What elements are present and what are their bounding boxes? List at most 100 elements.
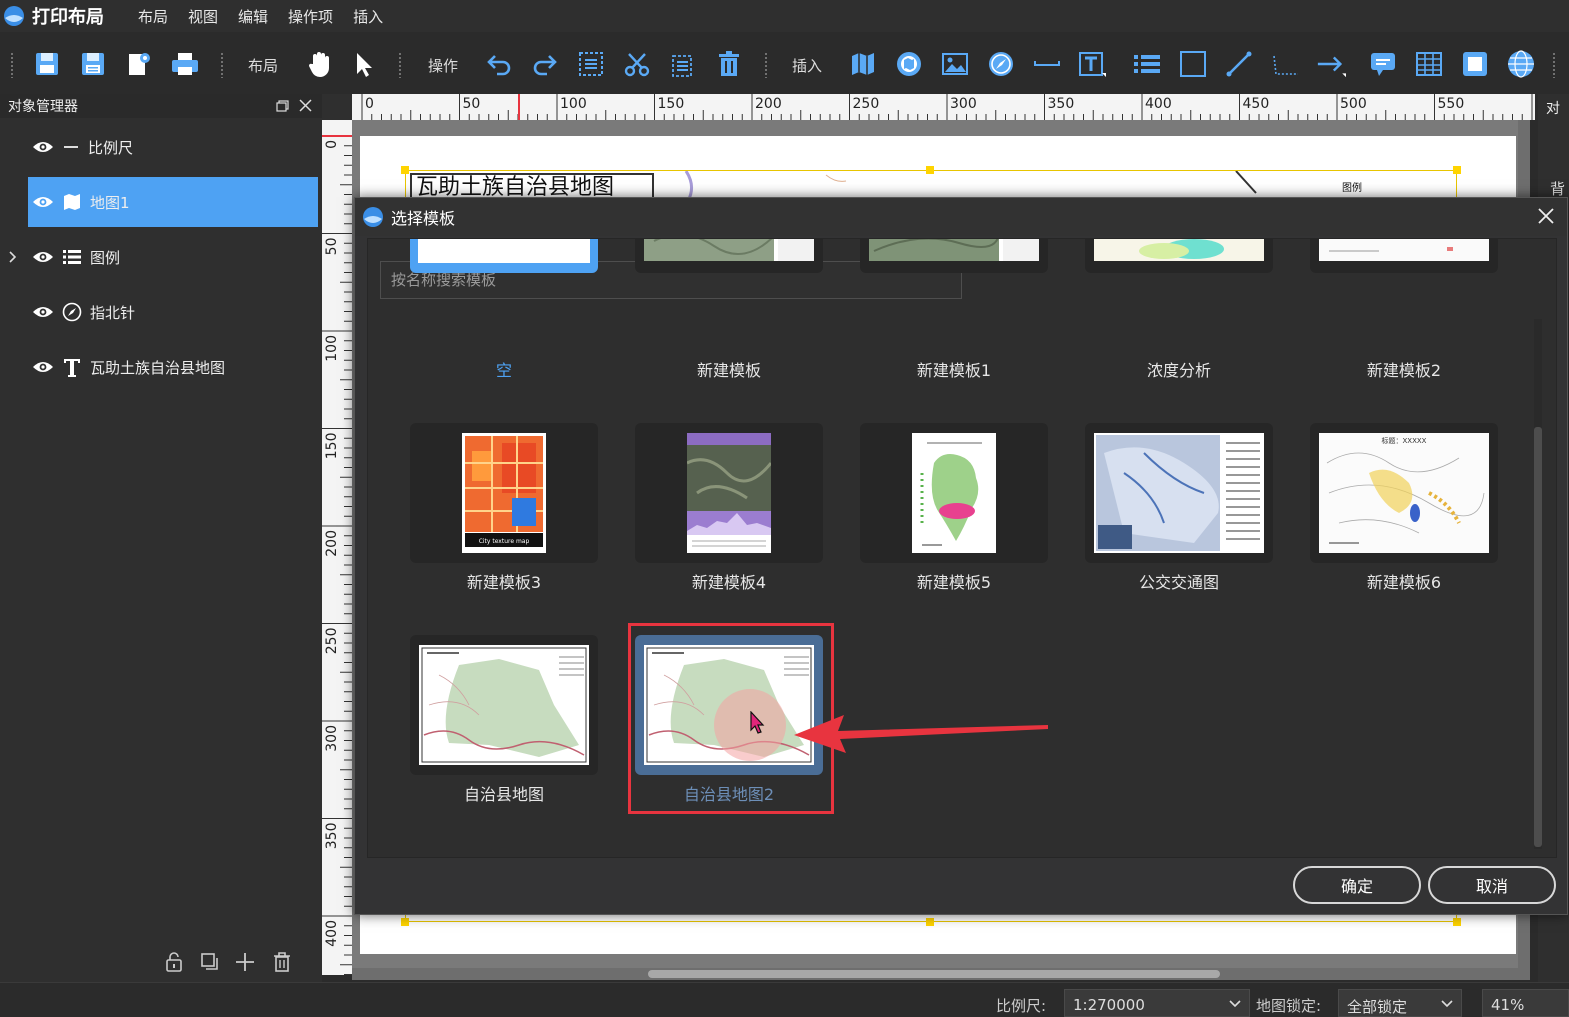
scrollbar-thumb[interactable] <box>648 970 1220 978</box>
tree-item-map1[interactable]: 地图1 <box>28 177 318 227</box>
template-tile[interactable] <box>1310 239 1498 273</box>
insert-globe-map-icon[interactable] <box>894 49 924 79</box>
ruler-label: 400 <box>1145 96 1172 112</box>
undo-icon[interactable] <box>484 49 514 79</box>
toolbar-grip <box>1552 52 1556 78</box>
tree-item-legend[interactable]: 图例 <box>0 232 318 282</box>
template-tile[interactable] <box>860 423 1048 563</box>
resize-handle[interactable] <box>1453 918 1461 926</box>
ruler-label: 100 <box>560 96 587 112</box>
template-tile[interactable] <box>635 239 823 273</box>
template-tile[interactable]: 标题：XXXXX <box>1310 423 1498 563</box>
template-thumbnail <box>869 239 1039 261</box>
thumbnail-heading: 标题：XXXXX <box>1382 436 1427 445</box>
template-label: 公交交通图 <box>1138 573 1219 592</box>
template-scrollbar[interactable] <box>1534 319 1542 849</box>
right-dock-tab[interactable]: 背 <box>1550 178 1565 199</box>
redo-icon[interactable] <box>530 49 560 79</box>
template-thumbnail <box>912 433 996 553</box>
menu-edit[interactable]: 编辑 <box>238 6 268 27</box>
visibility-eye-icon[interactable] <box>32 360 54 374</box>
menu-operations[interactable]: 操作项 <box>288 6 333 27</box>
map-lock-label: 地图锁定: <box>1256 997 1322 1015</box>
horizontal-scrollbar[interactable] <box>352 968 1522 980</box>
save-icon[interactable] <box>32 49 62 79</box>
tree-item-scalebar[interactable]: 比例尺 <box>0 122 318 172</box>
ruler-corner <box>322 94 352 120</box>
insert-legend-icon[interactable] <box>1132 49 1162 79</box>
add-icon[interactable] <box>235 952 255 972</box>
resize-handle[interactable] <box>1453 166 1461 174</box>
pan-hand-icon[interactable] <box>304 49 334 79</box>
tree-item-north-arrow[interactable]: 指北针 <box>0 287 318 337</box>
ruler-label: 0 <box>365 96 374 112</box>
visibility-eye-icon[interactable] <box>32 195 54 209</box>
insert-image-icon[interactable] <box>940 49 970 79</box>
template-tile-empty[interactable] <box>410 239 598 273</box>
template-tile[interactable] <box>1085 423 1273 563</box>
map-thumbnail-image <box>1094 433 1264 553</box>
insert-polyline-icon[interactable] <box>1270 49 1300 79</box>
insert-table-icon[interactable] <box>1414 49 1444 79</box>
tree-item-label: 比例尺 <box>88 138 134 157</box>
template-thumbnail <box>1094 433 1264 553</box>
menu-insert[interactable]: 插入 <box>353 6 383 27</box>
object-manager-header: 对象管理器 <box>0 94 322 118</box>
template-tile[interactable]: City texture map <box>410 423 598 563</box>
insert-callout-icon[interactable] <box>1368 49 1398 79</box>
close-icon[interactable] <box>1537 207 1555 225</box>
visibility-eye-icon[interactable] <box>32 305 54 319</box>
resize-handle[interactable] <box>926 918 934 926</box>
duplicate-icon[interactable] <box>200 952 220 972</box>
cancel-button[interactable]: 取消 <box>1428 866 1556 904</box>
tree-item-map-title[interactable]: 瓦助土族自治县地图 <box>0 342 318 392</box>
insert-frame-icon[interactable] <box>1460 49 1490 79</box>
visibility-eye-icon[interactable] <box>32 250 54 264</box>
lock-icon[interactable] <box>164 951 184 973</box>
ruler-label: 550 <box>1438 96 1465 112</box>
map-lock-select[interactable]: 全部锁定 <box>1338 989 1462 1017</box>
zoom-level[interactable]: 41% <box>1482 989 1569 1017</box>
expand-chevron-icon[interactable] <box>8 250 18 264</box>
insert-graticule-icon[interactable] <box>1506 49 1536 79</box>
template-tile[interactable] <box>410 635 598 775</box>
ruler-label: 300 <box>950 96 977 112</box>
template-tile[interactable] <box>1085 239 1273 273</box>
menu-view[interactable]: 视图 <box>188 6 218 27</box>
ok-button[interactable]: 确定 <box>1293 866 1421 904</box>
select-template-dialog: 选择模板 空 新建模板 新建模板1 浓度分析 <box>354 197 1568 915</box>
print-icon[interactable] <box>170 49 200 79</box>
scale-select[interactable]: 1:270000 <box>1064 989 1250 1017</box>
dialog-titlebar: 选择模板 <box>355 198 1567 236</box>
trash-icon[interactable] <box>272 951 292 973</box>
float-panel-icon[interactable] <box>276 100 289 112</box>
insert-text-icon[interactable] <box>1078 49 1108 79</box>
insert-arrow-icon[interactable] <box>1316 49 1346 79</box>
select-pointer-icon[interactable] <box>348 49 378 79</box>
ruler-label: 350 <box>324 823 340 850</box>
select-all-icon[interactable] <box>576 49 606 79</box>
cut-icon[interactable] <box>622 49 652 79</box>
insert-rectangle-icon[interactable] <box>1178 49 1208 79</box>
close-panel-icon[interactable] <box>299 99 312 112</box>
insert-north-arrow-icon[interactable] <box>986 49 1016 79</box>
menu-layout[interactable]: 布局 <box>138 6 168 27</box>
tree-item-label: 指北针 <box>90 303 136 322</box>
map-thumbnail-image <box>912 433 996 553</box>
visibility-eye-icon[interactable] <box>32 140 54 154</box>
template-tile[interactable] <box>635 423 823 563</box>
page-setup-icon[interactable] <box>124 49 154 79</box>
map-thumbnail-image <box>1094 239 1264 261</box>
insert-scalebar-icon[interactable] <box>1032 49 1062 79</box>
scrollbar-thumb[interactable] <box>1534 427 1542 847</box>
template-thumbnail <box>644 239 814 261</box>
insert-map-icon[interactable] <box>848 49 878 79</box>
save-as-icon[interactable] <box>78 49 108 79</box>
template-tile[interactable] <box>860 239 1048 273</box>
resize-handle[interactable] <box>401 166 409 174</box>
insert-line-icon[interactable] <box>1224 49 1254 79</box>
resize-handle[interactable] <box>401 918 409 926</box>
copy-icon[interactable] <box>668 49 698 79</box>
resize-handle[interactable] <box>926 166 934 174</box>
delete-icon[interactable] <box>714 49 744 79</box>
